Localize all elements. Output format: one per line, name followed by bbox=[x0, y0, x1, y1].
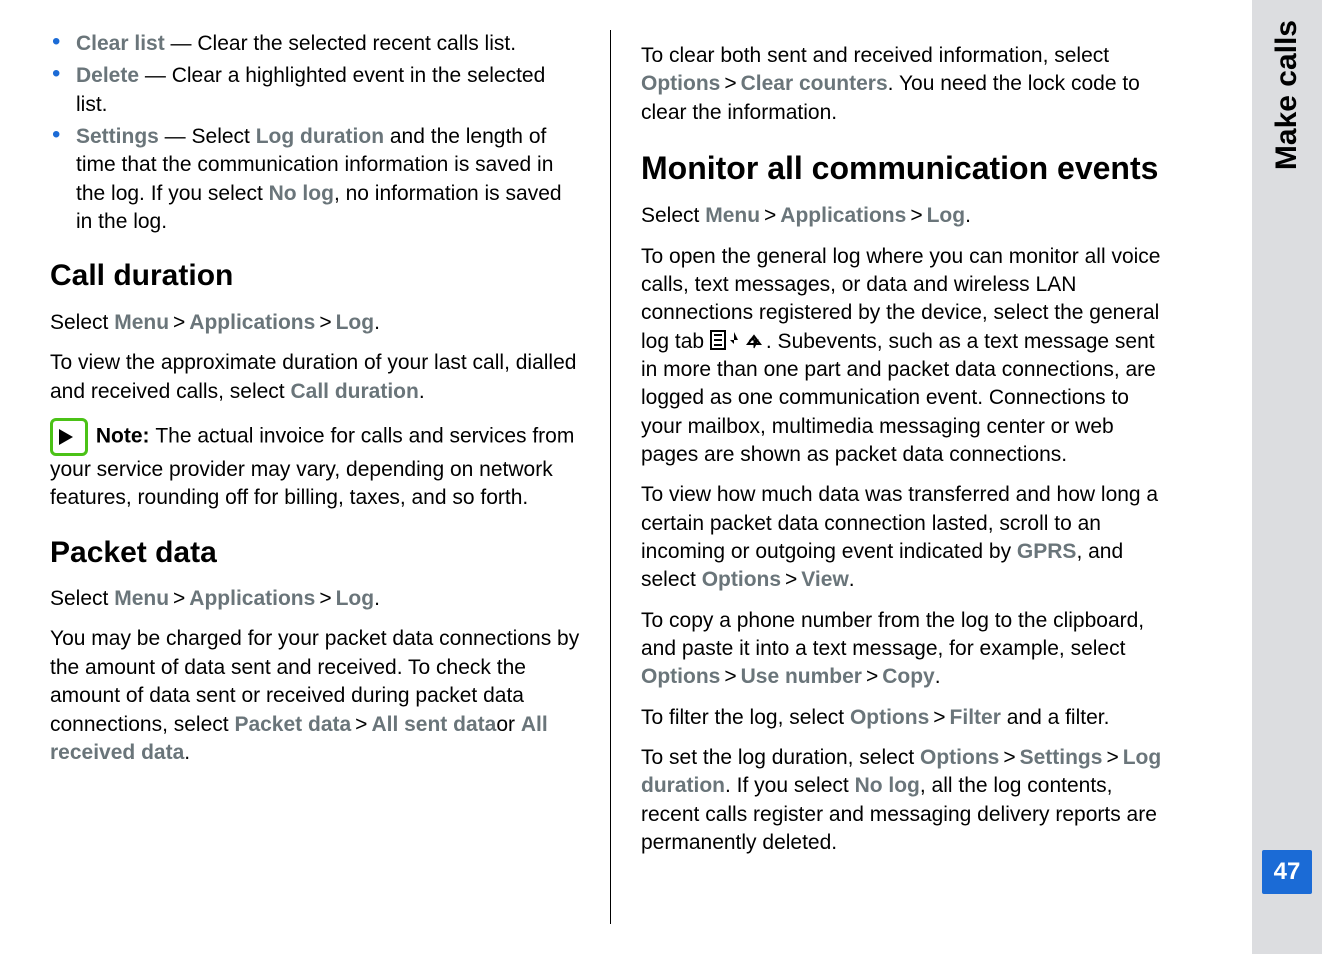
list-item: Clear list — Clear the selected recent c… bbox=[76, 30, 580, 58]
left-column: Clear list — Clear the selected recent c… bbox=[50, 30, 580, 924]
body-text: To filter the log, select Options>Filter… bbox=[641, 704, 1171, 732]
body-text: To set the log duration, select Options>… bbox=[641, 744, 1171, 857]
option-desc: — Clear the selected recent calls list. bbox=[165, 32, 516, 55]
note-block: Note: The actual invoice for calls and s… bbox=[50, 418, 580, 513]
page-sidebar: Make calls 47 bbox=[1252, 0, 1322, 954]
note-label: Note: bbox=[96, 424, 156, 447]
option-desc: — Select bbox=[159, 125, 256, 148]
option-inline: Log duration bbox=[256, 125, 384, 148]
body-text: To view how much data was transferred an… bbox=[641, 481, 1171, 594]
body-text: To copy a phone number from the log to t… bbox=[641, 607, 1171, 692]
body-text: You may be charged for your packet data … bbox=[50, 625, 580, 767]
option-term: Delete bbox=[76, 64, 139, 87]
section-label: Make calls bbox=[1270, 20, 1304, 170]
list-item: Settings — Select Log duration and the l… bbox=[76, 123, 580, 236]
right-column: To clear both sent and received informat… bbox=[641, 30, 1171, 924]
general-log-tab-icon bbox=[710, 330, 766, 354]
nav-path: Select Menu>Applications>Log. bbox=[641, 202, 1171, 230]
options-list: Clear list — Clear the selected recent c… bbox=[50, 30, 580, 236]
option-term: Clear list bbox=[76, 32, 165, 55]
body-text: To clear both sent and received informat… bbox=[641, 42, 1171, 127]
option-desc: — Clear a highlighted event in the selec… bbox=[76, 64, 545, 115]
column-divider bbox=[610, 30, 611, 924]
page-number: 47 bbox=[1262, 850, 1313, 894]
option-inline: No log bbox=[269, 182, 334, 205]
body-text: To open the general log where you can mo… bbox=[641, 243, 1171, 470]
heading-packet-data: Packet data bbox=[50, 533, 580, 574]
nav-path: Select Menu>Applications>Log. bbox=[50, 309, 580, 337]
nav-path: Select Menu>Applications>Log. bbox=[50, 585, 580, 613]
heading-call-duration: Call duration bbox=[50, 256, 580, 297]
option-term: Settings bbox=[76, 125, 159, 148]
list-item: Delete — Clear a highlighted event in th… bbox=[76, 62, 580, 119]
note-arrow-icon bbox=[50, 418, 88, 456]
heading-monitor: Monitor all communication events bbox=[641, 147, 1171, 190]
body-text: To view the approximate duration of your… bbox=[50, 349, 580, 406]
